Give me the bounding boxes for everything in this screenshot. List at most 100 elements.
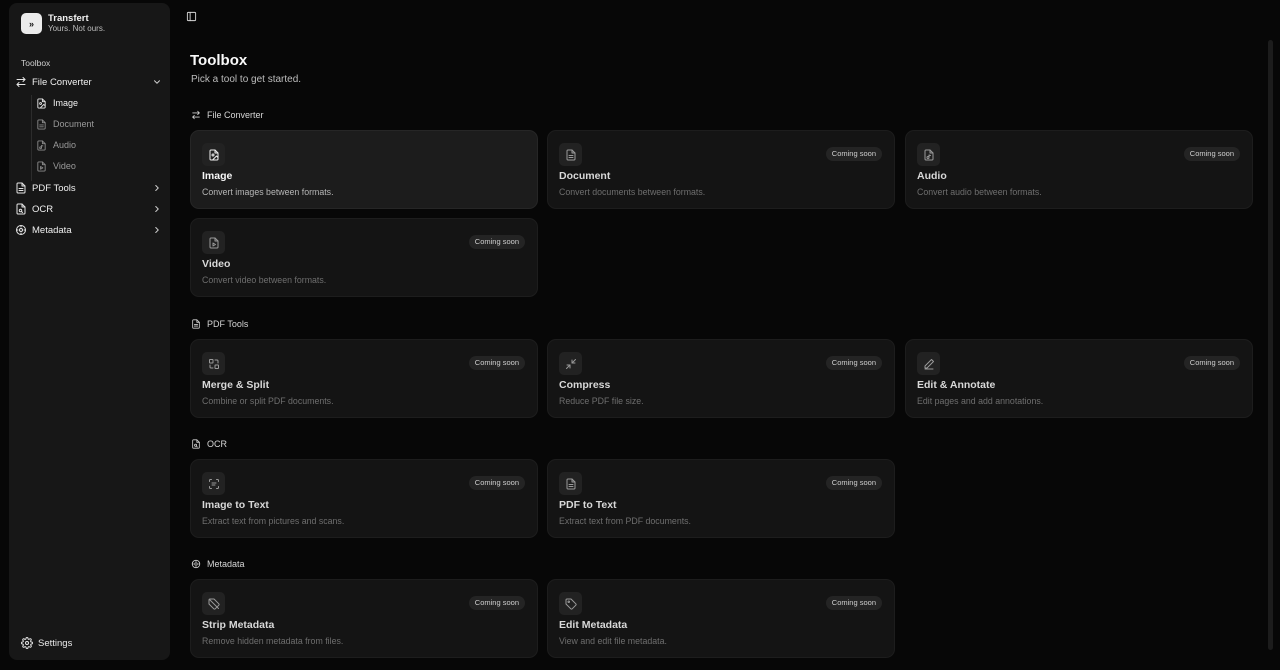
tool-card-audio[interactable]: Coming soon Audio Convert audio between … [905, 130, 1253, 209]
tool-card-title: Image [202, 170, 233, 182]
sidebar-subitem-audio[interactable]: Audio [36, 136, 166, 154]
sidebar: » Transfert Yours. Not ours. Toolbox Fil… [9, 3, 170, 660]
tool-card-title: Edit Metadata [559, 619, 628, 631]
group-heading-pdf-tools: PDF Tools [191, 319, 248, 329]
tool-card-pdf-to-text[interactable]: Coming soon PDF to Text Extract text fro… [547, 459, 895, 538]
tool-card-description: Convert audio between formats. [917, 187, 1042, 197]
tool-card-description: Extract text from pictures and scans. [202, 516, 345, 526]
coming-soon-badge: Coming soon [1183, 147, 1240, 161]
tool-card-description: Reduce PDF file size. [559, 396, 644, 406]
coming-soon-badge: Coming soon [468, 596, 525, 610]
tool-card-description: Convert video between formats. [202, 275, 327, 285]
tags-icon [191, 559, 201, 569]
arrows-swap-icon [192, 110, 200, 120]
tool-card-document[interactable]: Coming soon Document Convert documents b… [547, 130, 895, 209]
group-heading-label: Metadata [207, 559, 245, 569]
pen-icon [917, 352, 940, 375]
gear-icon [21, 637, 33, 649]
tool-card-description: Convert images between formats. [202, 187, 334, 197]
page-subtitle: Pick a tool to get started. [191, 74, 302, 85]
sidebar-section-label: Toolbox [21, 58, 51, 68]
coming-soon-badge: Coming soon [825, 476, 882, 490]
sidebar-item-file-converter[interactable]: File Converter [15, 73, 165, 91]
sidebar-subitem-label: Video [53, 161, 76, 171]
group-heading-label: PDF Tools [207, 319, 249, 329]
coming-soon-badge: Coming soon [825, 356, 882, 370]
page-title: Toolbox [190, 52, 248, 69]
tool-card-edit-annotate[interactable]: Coming soon Edit & Annotate Edit pages a… [905, 339, 1253, 418]
brand[interactable]: » Transfert Yours. Not ours. [21, 13, 105, 34]
group-heading-label: File Converter [207, 110, 264, 120]
file-text-icon [559, 143, 582, 166]
file-text-icon [559, 472, 582, 495]
sidebar-subitem-image[interactable]: Image [36, 94, 166, 112]
sidebar-item-label: PDF Tools [32, 182, 76, 194]
file-audio-icon [37, 139, 46, 151]
file-video-icon [202, 231, 225, 254]
file-text-icon [37, 118, 46, 130]
tool-card-title: Compress [559, 379, 611, 391]
sidebar-subitem-label: Document [53, 119, 95, 129]
tool-card-image-to-text[interactable]: Coming soon Image to Text Extract text f… [190, 459, 538, 538]
chevron-right-icon[interactable] [152, 204, 162, 214]
sidebar-subitem-label: Image [53, 98, 79, 108]
coming-soon-badge: Coming soon [825, 147, 882, 161]
sidebar-item-settings[interactable]: Settings [21, 637, 72, 649]
compress-icon [559, 352, 582, 375]
file-image-icon [37, 97, 46, 109]
sidebar-item-ocr[interactable]: OCR [15, 200, 165, 218]
tags-icon [16, 225, 26, 235]
tool-card-description: Combine or split PDF documents. [202, 396, 334, 406]
tag-icon [559, 592, 582, 615]
merge-icon [202, 352, 225, 375]
file-scan-icon [16, 203, 26, 215]
arrows-swap-icon [16, 77, 26, 87]
group-heading-file-converter: File Converter [191, 110, 264, 120]
group-heading-label: OCR [207, 439, 227, 449]
file-text-icon [192, 319, 200, 329]
coming-soon-badge: Coming soon [468, 356, 525, 370]
chevron-right-icon[interactable] [152, 183, 162, 193]
tool-card-title: Audio [917, 170, 947, 182]
scrollbar[interactable] [1268, 40, 1273, 650]
sidebar-item-pdf-tools[interactable]: PDF Tools [15, 179, 165, 197]
sidebar-item-label: File Converter [32, 76, 92, 88]
app-logo-icon: » [21, 13, 42, 34]
app-name: Transfert [48, 13, 89, 24]
tool-card-image[interactable]: Image Convert images between formats. [190, 130, 538, 209]
file-text-icon [16, 182, 26, 194]
tool-card-merge-split[interactable]: Coming soon Merge & Split Combine or spl… [190, 339, 538, 418]
group-heading-ocr: OCR [191, 439, 227, 449]
sidebar-toggle-icon[interactable] [186, 11, 197, 22]
coming-soon-badge: Coming soon [825, 596, 882, 610]
tool-card-description: Remove hidden metadata from files. [202, 636, 344, 646]
chevron-down-icon[interactable] [152, 77, 162, 87]
app-tagline: Yours. Not ours. [48, 24, 106, 33]
tool-card-video[interactable]: Coming soon Video Convert video between … [190, 218, 538, 297]
chevron-right-icon[interactable] [152, 225, 162, 235]
sidebar-subitem-video[interactable]: Video [36, 157, 166, 175]
file-audio-icon [917, 143, 940, 166]
file-scan-icon [192, 439, 200, 449]
file-image-icon [202, 143, 225, 166]
coming-soon-badge: Coming soon [468, 235, 525, 249]
tool-card-compress[interactable]: Coming soon Compress Reduce PDF file siz… [547, 339, 895, 418]
tool-card-title: Merge & Split [202, 379, 270, 391]
group-heading-metadata: Metadata [191, 559, 245, 569]
tool-card-title: Image to Text [202, 499, 269, 511]
sidebar-subitem-document[interactable]: Document [36, 115, 166, 133]
submenu-divider [31, 95, 32, 181]
tool-card-strip-metadata[interactable]: Coming soon Strip Metadata Remove hidden… [190, 579, 538, 658]
tool-card-title: Document [559, 170, 611, 182]
tool-card-description: Extract text from PDF documents. [559, 516, 691, 526]
tool-card-title: PDF to Text [559, 499, 617, 511]
tool-card-description: Edit pages and add annotations. [917, 396, 1044, 406]
tool-card-title: Strip Metadata [202, 619, 275, 631]
sidebar-subitem-label: Audio [53, 140, 77, 150]
sidebar-item-metadata[interactable]: Metadata [15, 221, 165, 239]
sidebar-item-label: Metadata [32, 224, 72, 236]
tool-card-description: Convert documents between formats. [559, 187, 706, 197]
tool-card-edit-metadata[interactable]: Coming soon Edit Metadata View and edit … [547, 579, 895, 658]
tool-card-title: Edit & Annotate [917, 379, 996, 391]
sidebar-item-label: OCR [32, 203, 54, 215]
